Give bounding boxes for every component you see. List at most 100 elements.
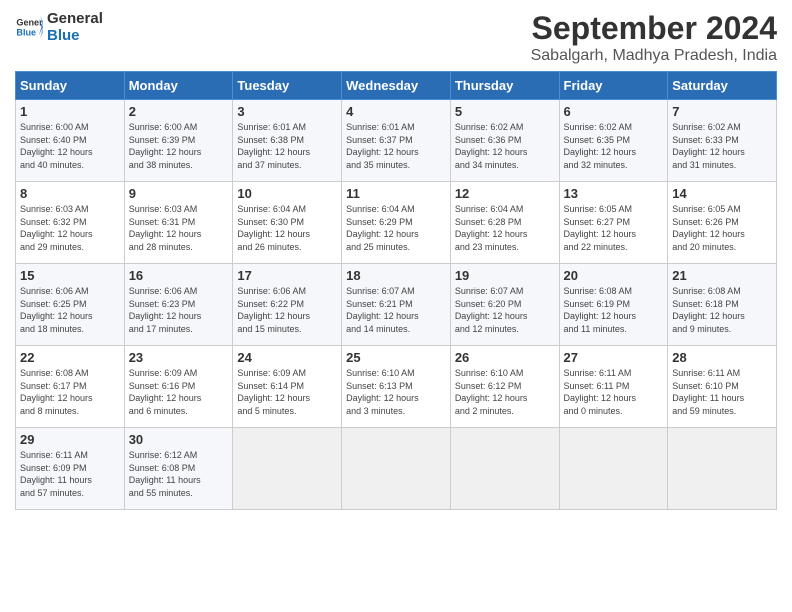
day-cell: 6 Sunrise: 6:02 AM Sunset: 6:35 PM Daylig… bbox=[559, 100, 668, 182]
day-cell: 13 Sunrise: 6:05 AM Sunset: 6:27 PM Dayli… bbox=[559, 182, 668, 264]
day-info: Sunrise: 6:07 AM Sunset: 6:21 PM Dayligh… bbox=[346, 285, 446, 335]
header-saturday: Saturday bbox=[668, 72, 777, 100]
day-info: Sunrise: 6:06 AM Sunset: 6:22 PM Dayligh… bbox=[237, 285, 337, 335]
day-info: Sunrise: 6:02 AM Sunset: 6:36 PM Dayligh… bbox=[455, 121, 555, 171]
day-info: Sunrise: 6:04 AM Sunset: 6:29 PM Dayligh… bbox=[346, 203, 446, 253]
day-number: 21 bbox=[672, 268, 772, 283]
day-number: 27 bbox=[564, 350, 664, 365]
title-section: September 2024 Sabalgarh, Madhya Pradesh… bbox=[531, 10, 777, 65]
day-info: Sunrise: 6:08 AM Sunset: 6:19 PM Dayligh… bbox=[564, 285, 664, 335]
day-info: Sunrise: 6:00 AM Sunset: 6:40 PM Dayligh… bbox=[20, 121, 120, 171]
day-number: 23 bbox=[129, 350, 229, 365]
day-cell: 8 Sunrise: 6:03 AM Sunset: 6:32 PM Daylig… bbox=[16, 182, 125, 264]
day-number: 18 bbox=[346, 268, 446, 283]
week-row-3: 22 Sunrise: 6:08 AM Sunset: 6:17 PM Dayli… bbox=[16, 346, 777, 428]
day-cell bbox=[233, 428, 342, 510]
header-thursday: Thursday bbox=[450, 72, 559, 100]
day-number: 22 bbox=[20, 350, 120, 365]
day-number: 17 bbox=[237, 268, 337, 283]
day-cell: 7Sunrise: 6:02 AM Sunset: 6:33 PM Daylig… bbox=[668, 100, 777, 182]
week-row-0: 1 Sunrise: 6:00 AM Sunset: 6:40 PM Daylig… bbox=[16, 100, 777, 182]
day-cell: 24 Sunrise: 6:09 AM Sunset: 6:14 PM Dayli… bbox=[233, 346, 342, 428]
day-cell: 5 Sunrise: 6:02 AM Sunset: 6:36 PM Daylig… bbox=[450, 100, 559, 182]
day-info: Sunrise: 6:04 AM Sunset: 6:28 PM Dayligh… bbox=[455, 203, 555, 253]
day-cell: 17 Sunrise: 6:06 AM Sunset: 6:22 PM Dayli… bbox=[233, 264, 342, 346]
day-number: 2 bbox=[129, 104, 229, 119]
day-cell bbox=[342, 428, 451, 510]
day-cell: 20 Sunrise: 6:08 AM Sunset: 6:19 PM Dayli… bbox=[559, 264, 668, 346]
day-cell bbox=[450, 428, 559, 510]
week-row-2: 15 Sunrise: 6:06 AM Sunset: 6:25 PM Dayli… bbox=[16, 264, 777, 346]
day-info: Sunrise: 6:05 AM Sunset: 6:26 PM Dayligh… bbox=[672, 203, 772, 253]
day-number: 29 bbox=[20, 432, 120, 447]
day-cell: 22 Sunrise: 6:08 AM Sunset: 6:17 PM Dayli… bbox=[16, 346, 125, 428]
day-cell: 11Sunrise: 6:04 AM Sunset: 6:29 PM Dayli… bbox=[342, 182, 451, 264]
day-number: 20 bbox=[564, 268, 664, 283]
day-cell: 12 Sunrise: 6:04 AM Sunset: 6:28 PM Dayli… bbox=[450, 182, 559, 264]
day-info: Sunrise: 6:02 AM Sunset: 6:35 PM Dayligh… bbox=[564, 121, 664, 171]
day-cell: 2Sunrise: 6:00 AM Sunset: 6:39 PM Daylig… bbox=[124, 100, 233, 182]
day-cell bbox=[559, 428, 668, 510]
day-number: 7 bbox=[672, 104, 772, 119]
day-info: Sunrise: 6:08 AM Sunset: 6:17 PM Dayligh… bbox=[20, 367, 120, 417]
header-wednesday: Wednesday bbox=[342, 72, 451, 100]
day-info: Sunrise: 6:03 AM Sunset: 6:32 PM Dayligh… bbox=[20, 203, 120, 253]
day-number: 1 bbox=[20, 104, 120, 119]
day-cell: 15 Sunrise: 6:06 AM Sunset: 6:25 PM Dayli… bbox=[16, 264, 125, 346]
day-info: Sunrise: 6:06 AM Sunset: 6:25 PM Dayligh… bbox=[20, 285, 120, 335]
day-info: Sunrise: 6:05 AM Sunset: 6:27 PM Dayligh… bbox=[564, 203, 664, 253]
day-number: 10 bbox=[237, 186, 337, 201]
day-info: Sunrise: 6:09 AM Sunset: 6:14 PM Dayligh… bbox=[237, 367, 337, 417]
day-number: 3 bbox=[237, 104, 337, 119]
header-row: SundayMondayTuesdayWednesdayThursdayFrid… bbox=[16, 72, 777, 100]
month-title: September 2024 bbox=[531, 10, 777, 47]
day-cell: 19 Sunrise: 6:07 AM Sunset: 6:20 PM Dayli… bbox=[450, 264, 559, 346]
day-cell: 28 Sunrise: 6:11 AM Sunset: 6:10 PM Dayli… bbox=[668, 346, 777, 428]
calendar-table: SundayMondayTuesdayWednesdayThursdayFrid… bbox=[15, 71, 777, 510]
day-cell: 9 Sunrise: 6:03 AM Sunset: 6:31 PM Daylig… bbox=[124, 182, 233, 264]
day-info: Sunrise: 6:09 AM Sunset: 6:16 PM Dayligh… bbox=[129, 367, 229, 417]
header-friday: Friday bbox=[559, 72, 668, 100]
day-number: 25 bbox=[346, 350, 446, 365]
day-info: Sunrise: 6:03 AM Sunset: 6:31 PM Dayligh… bbox=[129, 203, 229, 253]
day-info: Sunrise: 6:07 AM Sunset: 6:20 PM Dayligh… bbox=[455, 285, 555, 335]
day-info: Sunrise: 6:08 AM Sunset: 6:18 PM Dayligh… bbox=[672, 285, 772, 335]
day-number: 8 bbox=[20, 186, 120, 201]
day-cell: 25Sunrise: 6:10 AM Sunset: 6:13 PM Dayli… bbox=[342, 346, 451, 428]
day-number: 12 bbox=[455, 186, 555, 201]
day-cell: 30 Sunrise: 6:12 AM Sunset: 6:08 PM Dayli… bbox=[124, 428, 233, 510]
day-cell: 27Sunrise: 6:11 AM Sunset: 6:11 PM Dayli… bbox=[559, 346, 668, 428]
day-info: Sunrise: 6:01 AM Sunset: 6:38 PM Dayligh… bbox=[237, 121, 337, 171]
day-number: 9 bbox=[129, 186, 229, 201]
logo: General Blue General Blue bbox=[15, 10, 103, 45]
day-number: 19 bbox=[455, 268, 555, 283]
week-row-1: 8 Sunrise: 6:03 AM Sunset: 6:32 PM Daylig… bbox=[16, 182, 777, 264]
day-info: Sunrise: 6:12 AM Sunset: 6:08 PM Dayligh… bbox=[129, 449, 229, 499]
svg-text:Blue: Blue bbox=[16, 28, 36, 38]
day-number: 6 bbox=[564, 104, 664, 119]
day-info: Sunrise: 6:01 AM Sunset: 6:37 PM Dayligh… bbox=[346, 121, 446, 171]
day-info: Sunrise: 6:10 AM Sunset: 6:12 PM Dayligh… bbox=[455, 367, 555, 417]
day-cell: 4 Sunrise: 6:01 AM Sunset: 6:37 PM Daylig… bbox=[342, 100, 451, 182]
day-number: 15 bbox=[20, 268, 120, 283]
day-number: 5 bbox=[455, 104, 555, 119]
page-header: General Blue General Blue September 2024… bbox=[15, 10, 777, 65]
day-number: 28 bbox=[672, 350, 772, 365]
day-info: Sunrise: 6:11 AM Sunset: 6:09 PM Dayligh… bbox=[20, 449, 120, 499]
day-cell: 29 Sunrise: 6:11 AM Sunset: 6:09 PM Dayli… bbox=[16, 428, 125, 510]
day-number: 24 bbox=[237, 350, 337, 365]
week-row-4: 29 Sunrise: 6:11 AM Sunset: 6:09 PM Dayli… bbox=[16, 428, 777, 510]
day-cell: 1 Sunrise: 6:00 AM Sunset: 6:40 PM Daylig… bbox=[16, 100, 125, 182]
day-number: 16 bbox=[129, 268, 229, 283]
day-cell: 23 Sunrise: 6:09 AM Sunset: 6:16 PM Dayli… bbox=[124, 346, 233, 428]
day-cell: 18 Sunrise: 6:07 AM Sunset: 6:21 PM Dayli… bbox=[342, 264, 451, 346]
day-number: 4 bbox=[346, 104, 446, 119]
header-sunday: Sunday bbox=[16, 72, 125, 100]
day-cell bbox=[668, 428, 777, 510]
day-info: Sunrise: 6:11 AM Sunset: 6:10 PM Dayligh… bbox=[672, 367, 772, 417]
day-number: 14 bbox=[672, 186, 772, 201]
day-number: 13 bbox=[564, 186, 664, 201]
day-cell: 10Sunrise: 6:04 AM Sunset: 6:30 PM Dayli… bbox=[233, 182, 342, 264]
day-number: 30 bbox=[129, 432, 229, 447]
day-info: Sunrise: 6:06 AM Sunset: 6:23 PM Dayligh… bbox=[129, 285, 229, 335]
